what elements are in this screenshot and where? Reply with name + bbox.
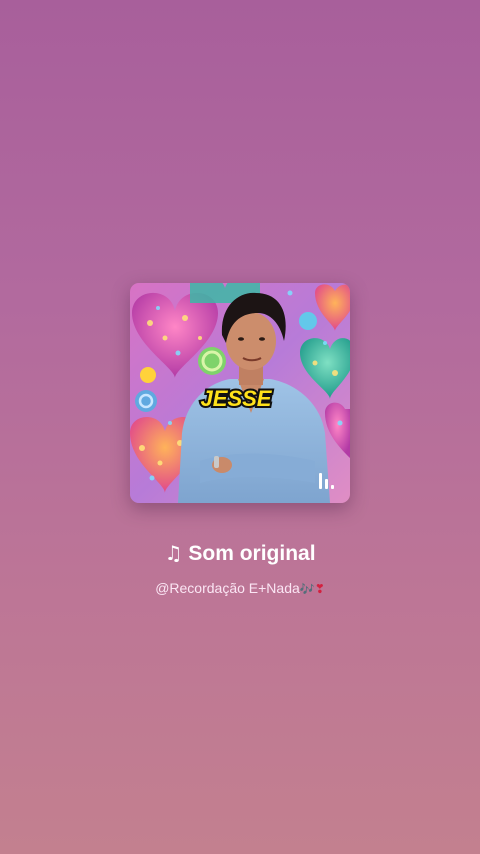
heart-exclamation-emoji: ❣ <box>314 582 325 596</box>
album-cover-artwork: JESSE <box>130 283 350 503</box>
person-eye <box>259 337 265 341</box>
music-note-icon: ♫ <box>164 541 183 565</box>
candy-decoration <box>299 312 317 330</box>
candy-decoration <box>140 367 156 383</box>
candy-decoration <box>135 390 157 412</box>
sound-title-text: Som original <box>188 542 316 565</box>
album-cover[interactable]: JESSE <box>130 283 350 503</box>
sound-title: ♫ Som original <box>0 538 480 569</box>
music-notes-emoji: 🎶 <box>299 582 315 596</box>
sound-author-name: @Recordação E+Nada <box>155 580 300 596</box>
sound-author[interactable]: @Recordação E+Nada🎶❣ <box>0 577 480 600</box>
name-badge: JESSE <box>199 384 275 413</box>
name-badge-text: JESSE <box>201 386 273 411</box>
person-eye <box>238 337 244 341</box>
person-watch <box>214 456 219 468</box>
